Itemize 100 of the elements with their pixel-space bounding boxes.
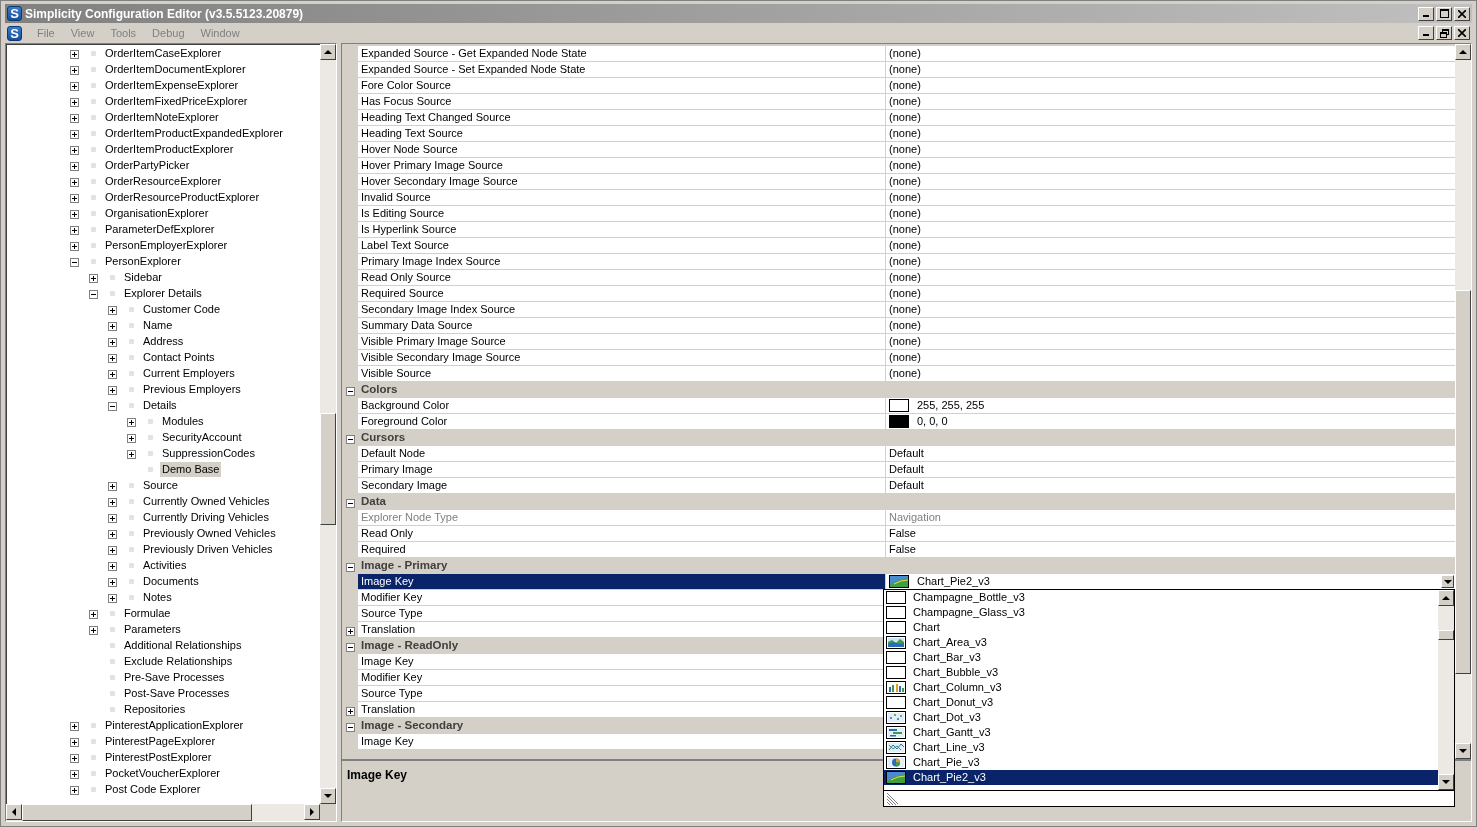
expand-button[interactable] (127, 448, 136, 458)
tree-item[interactable]: Currently Driving Vehicles (141, 509, 271, 525)
property-name-cell[interactable]: Is Editing Source (358, 206, 886, 222)
property-name-cell[interactable]: Visible Secondary Image Source (358, 350, 886, 366)
expand-button[interactable] (70, 752, 79, 762)
tree-item[interactable]: OrderPartyPicker (103, 157, 192, 173)
expand-button[interactable] (70, 48, 79, 58)
scroll-down-button[interactable] (1455, 743, 1471, 759)
collapse-button[interactable] (345, 433, 355, 443)
close-button[interactable] (1454, 26, 1470, 40)
property-name-cell[interactable]: Summary Data Source (358, 318, 886, 334)
scroll-down-button[interactable] (320, 788, 336, 804)
property-name-cell[interactable]: Fore Color Source (358, 78, 886, 94)
tree-item[interactable]: OrderItemCaseExplorer (103, 45, 224, 61)
property-name-cell[interactable]: Secondary Image Index Source (358, 302, 886, 318)
expand-button[interactable] (108, 576, 117, 586)
tree-item[interactable]: PersonEmployerExplorer (103, 237, 230, 253)
collapse-button[interactable] (345, 721, 355, 731)
tree-item[interactable]: PinterestPostExplorer (103, 749, 214, 765)
property-name-cell[interactable]: Hover Primary Image Source (358, 158, 886, 174)
tree-item[interactable]: Formulae (122, 605, 173, 621)
tree-item[interactable]: Notes (141, 589, 174, 605)
scrollbar-thumb[interactable] (320, 413, 336, 525)
property-name-cell[interactable]: Label Text Source (358, 238, 886, 254)
expand-button[interactable] (70, 192, 79, 202)
expand-button[interactable] (70, 80, 79, 90)
tree-item[interactable]: Previous Employers (141, 381, 243, 397)
tree-item[interactable]: OrderItemProductExplorer (103, 141, 236, 157)
expand-button[interactable] (127, 432, 136, 442)
tree-item[interactable]: OrderItemNoteExplorer (103, 109, 221, 125)
scroll-up-button[interactable] (1438, 590, 1454, 606)
collapse-button[interactable] (89, 288, 98, 298)
tree-item[interactable]: Previously Driven Vehicles (141, 541, 275, 557)
property-name-cell[interactable]: Read Only Source (358, 270, 886, 286)
collapse-button[interactable] (108, 400, 117, 410)
expand-button[interactable] (108, 560, 117, 570)
property-name-cell[interactable]: Invalid Source (358, 190, 886, 206)
property-name-cell[interactable]: Primary Image Index Source (358, 254, 886, 270)
expand-button[interactable] (70, 208, 79, 218)
property-name-cell[interactable]: Source Type (358, 606, 886, 622)
collapse-button[interactable] (345, 561, 355, 571)
expand-button[interactable] (70, 160, 79, 170)
tree-item[interactable]: OrderItemProductExpandedExplorer (103, 125, 285, 141)
property-name-cell[interactable]: Heading Text Changed Source (358, 110, 886, 126)
scroll-up-button[interactable] (320, 44, 336, 60)
tree-item[interactable]: Repositories (122, 701, 188, 717)
property-name-cell[interactable]: Is Hyperlink Source (358, 222, 886, 238)
tree-item[interactable]: PocketVoucherExplorer (103, 765, 222, 781)
expand-button[interactable] (70, 64, 79, 74)
expand-button[interactable] (70, 784, 79, 794)
property-name-cell[interactable]: Expanded Source - Set Expanded Node State (358, 62, 886, 78)
expand-button[interactable] (108, 512, 117, 522)
collapse-button[interactable] (345, 385, 355, 395)
property-name-cell[interactable]: Foreground Color (358, 414, 886, 430)
expand-button[interactable] (108, 304, 117, 314)
tree-item[interactable]: Currently Owned Vehicles (141, 493, 272, 509)
tree-item[interactable]: Pre-Save Processes (122, 669, 227, 685)
property-name-cell[interactable]: Image Key (358, 654, 886, 670)
tree-item[interactable]: Parameters (122, 621, 183, 637)
property-name-cell[interactable]: Modifier Key (358, 670, 886, 686)
property-name-cell[interactable]: Hover Node Source (358, 142, 886, 158)
expand-button[interactable] (345, 625, 355, 635)
property-name-cell[interactable]: Read Only (358, 526, 886, 542)
tree-item[interactable]: Additional Relationships (122, 637, 244, 653)
property-name-cell[interactable]: Secondary Image (358, 478, 886, 494)
property-name-cell[interactable]: Required Source (358, 286, 886, 302)
tree-item[interactable]: OrderResourceProductExplorer (103, 189, 262, 205)
property-name-cell[interactable]: Visible Primary Image Source (358, 334, 886, 350)
minimize-button[interactable] (1418, 26, 1434, 40)
tree-item[interactable]: OrderItemFixedPriceExplorer (103, 93, 250, 109)
dropdown-button[interactable] (1441, 575, 1454, 588)
tree-item[interactable]: OrderResourceExplorer (103, 173, 224, 189)
maximize-button[interactable] (1436, 6, 1452, 21)
expand-button[interactable] (108, 544, 117, 554)
expand-button[interactable] (70, 224, 79, 234)
property-name-cell[interactable]: Primary Image (358, 462, 886, 478)
tree-item[interactable]: Demo Base (160, 461, 222, 477)
property-name-cell[interactable]: Modifier Key (358, 590, 886, 606)
tree-item[interactable]: Documents (141, 573, 201, 589)
scroll-up-button[interactable] (1455, 44, 1471, 60)
expand-button[interactable] (70, 736, 79, 746)
tree-item[interactable]: Address (141, 333, 186, 349)
collapse-button[interactable] (345, 497, 355, 507)
expand-button[interactable] (108, 496, 117, 506)
expand-button[interactable] (108, 480, 117, 490)
minimize-button[interactable] (1418, 6, 1434, 21)
collapse-button[interactable] (345, 641, 355, 651)
collapse-button[interactable] (70, 256, 79, 266)
expand-button[interactable] (70, 128, 79, 138)
restore-button[interactable] (1436, 26, 1452, 40)
scroll-left-button[interactable] (6, 804, 22, 820)
expand-button[interactable] (108, 336, 117, 346)
expand-button[interactable] (70, 720, 79, 730)
tree-item[interactable]: Details (141, 397, 179, 413)
property-name-cell[interactable]: Expanded Source - Get Expanded Node State (358, 46, 886, 62)
scroll-right-button[interactable] (304, 804, 320, 820)
tree-item[interactable]: Current Employers (141, 365, 237, 381)
property-name-cell[interactable]: Hover Secondary Image Source (358, 174, 886, 190)
expand-button[interactable] (108, 528, 117, 538)
expand-button[interactable] (89, 272, 98, 282)
